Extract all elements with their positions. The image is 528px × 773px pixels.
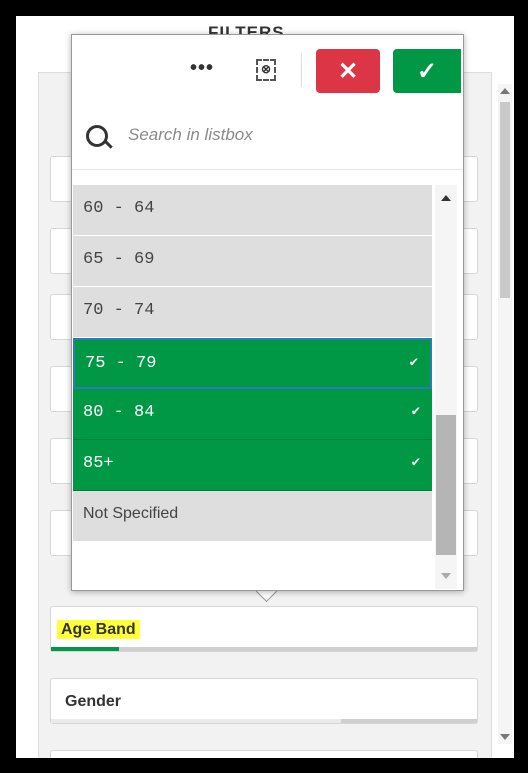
selection-bar-fill	[51, 719, 341, 723]
scroll-down-icon[interactable]	[500, 734, 510, 740]
toolbar-divider	[301, 53, 302, 87]
list-item-label: 60 - 64	[83, 199, 155, 218]
list-item[interactable]: 70 - 74	[73, 287, 432, 338]
search-icon	[86, 125, 108, 147]
clear-selection-icon[interactable]: ⊗	[256, 59, 276, 81]
filter-card-gender[interactable]: Gender	[50, 678, 478, 724]
filter-card-age-band[interactable]: Age Band	[50, 606, 478, 652]
filter-card[interactable]	[50, 750, 478, 758]
scroll-thumb[interactable]	[436, 415, 456, 555]
list-item[interactable]: 75 - 79 ✔	[73, 338, 432, 389]
listbox-toolbar: ••• ⊗ ✕ ✓	[72, 35, 463, 97]
scroll-up-icon[interactable]	[441, 195, 451, 201]
panel-scrollbar[interactable]	[498, 84, 512, 744]
scroll-up-icon[interactable]	[500, 88, 510, 94]
list-item[interactable]: 85+ ✔	[73, 440, 432, 491]
list-item[interactable]: 80 - 84 ✔	[73, 389, 432, 440]
app-frame: FILTERS Age Band Gender ••• ⊗ ✕ ✓ Search…	[12, 12, 518, 762]
list-item[interactable]: Not Specified	[73, 491, 432, 542]
filter-label: Age Band	[57, 620, 140, 639]
list-item[interactable]: 65 - 69	[73, 236, 432, 287]
listbox-values: 60 - 64 65 - 69 70 - 74 75 - 79 ✔ 80 - 84…	[73, 185, 432, 585]
listbox-search[interactable]: Search in listbox	[72, 117, 463, 170]
scroll-thumb[interactable]	[500, 102, 510, 298]
list-item-label: 75 - 79	[85, 354, 157, 373]
check-icon: ✔	[411, 404, 420, 420]
list-item-label: 80 - 84	[83, 403, 155, 422]
list-item-label: 85+	[83, 454, 114, 473]
check-icon: ✔	[409, 355, 418, 371]
cancel-selection-button[interactable]: ✕	[316, 49, 380, 93]
confirm-selection-button[interactable]: ✓	[393, 49, 461, 93]
listbox-popup: ••• ⊗ ✕ ✓ Search in listbox 60 - 64 65 -…	[71, 34, 464, 591]
scroll-down-icon[interactable]	[441, 573, 451, 579]
list-item-label: 70 - 74	[83, 301, 155, 320]
check-icon: ✔	[411, 455, 420, 471]
clear-icon: ⊗	[261, 62, 272, 76]
list-item[interactable]: 60 - 64	[73, 185, 432, 236]
selection-bar	[51, 719, 477, 723]
more-options-icon[interactable]: •••	[190, 57, 214, 80]
listbox-scrollbar[interactable]	[435, 185, 457, 589]
search-input[interactable]: Search in listbox	[128, 125, 253, 145]
filter-label: Gender	[65, 693, 122, 710]
highlight-mark: Age Band	[57, 620, 140, 639]
selection-bar	[51, 647, 477, 651]
selection-bar-fill	[51, 647, 120, 651]
list-item-label: 65 - 69	[83, 250, 155, 269]
list-item-label: Not Specified	[83, 505, 179, 522]
